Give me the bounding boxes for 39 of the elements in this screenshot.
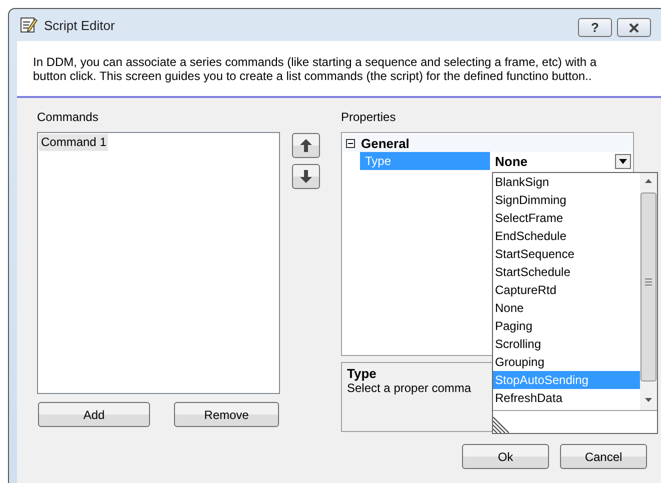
dropdown-option[interactable]: EndSchedule: [493, 227, 640, 245]
window-title: Script Editor: [44, 18, 115, 32]
down-arrow-icon: [300, 170, 312, 183]
dropdown-option[interactable]: SignDimming: [493, 191, 640, 209]
script-edit-icon: [20, 16, 38, 34]
commands-list[interactable]: Command 1: [37, 132, 280, 394]
close-button[interactable]: [617, 18, 651, 37]
collapse-icon[interactable]: [346, 138, 355, 148]
move-down-button[interactable]: [292, 164, 320, 189]
dropdown-option[interactable]: SelectFrame: [493, 209, 640, 227]
dropdown-option[interactable]: Paging: [493, 317, 640, 335]
help-title: Type: [347, 366, 376, 381]
caret-icon: [619, 158, 627, 164]
category-label: General: [361, 136, 410, 150]
dropdown-option[interactable]: BlankSign: [493, 173, 640, 191]
close-icon: [628, 22, 640, 32]
up-arrow-icon: [300, 139, 312, 152]
dropdown-option[interactable]: Grouping: [493, 353, 640, 371]
help-text: Select a proper comma: [347, 381, 472, 396]
description-text: In DDM, you can associate a series commands (like starting a sequence and selecting a frame, etc) with a: [33, 55, 598, 69]
description-text: button click. This screen guides you to create a list commands (the script) for the defined functino button..: [33, 69, 593, 83]
ok-button[interactable]: Ok: [462, 444, 549, 469]
dropdown-option[interactable]: RefreshData: [493, 389, 640, 407]
dropdown-option[interactable]: None: [493, 299, 640, 317]
help-button[interactable]: ?: [578, 18, 612, 37]
dropdown-button[interactable]: [615, 154, 631, 168]
dropdown-option[interactable]: Scrolling: [493, 335, 640, 353]
properties-label: Properties: [341, 110, 397, 126]
property-value: None: [495, 154, 528, 168]
remove-button[interactable]: Remove: [174, 402, 279, 427]
commands-label: Commands: [37, 110, 100, 126]
dropdown-option[interactable]: StartSequence: [493, 245, 640, 263]
dropdown-option[interactable]: CaptureRtd: [493, 281, 640, 299]
dropdown-option[interactable]: StartSchedule: [493, 263, 640, 281]
cancel-button[interactable]: Cancel: [560, 444, 647, 469]
move-up-button[interactable]: [292, 133, 320, 158]
command-item[interactable]: Command 1: [39, 134, 108, 151]
resize-grip-icon[interactable]: [493, 417, 509, 433]
add-button[interactable]: Add: [38, 402, 150, 427]
